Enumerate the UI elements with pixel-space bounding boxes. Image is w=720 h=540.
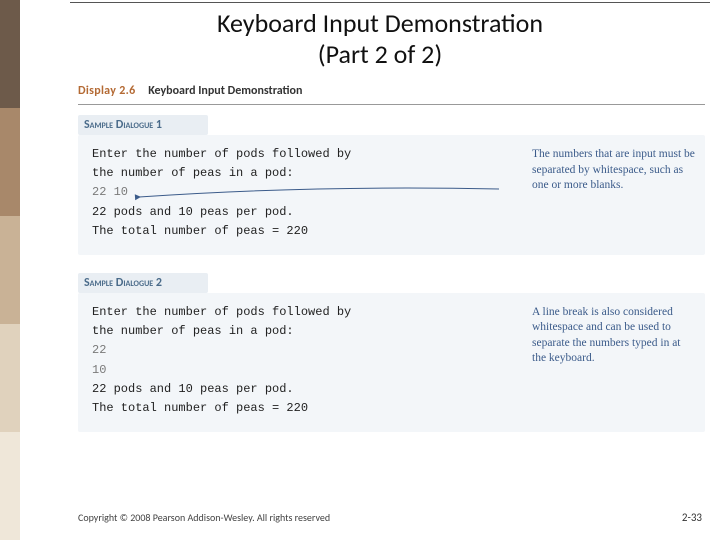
code-block: Enter the number of pods followed by the…	[92, 303, 522, 418]
annotation-text: The numbers that are input must be separ…	[522, 145, 697, 241]
code-block: Enter the number of pods followed by the…	[92, 145, 522, 241]
top-rule	[70, 2, 710, 3]
code-line: Enter the number of pods followed by	[92, 145, 522, 164]
footer-page-number: 2-33	[682, 511, 702, 524]
code-line: 22 pods and 10 peas per pod.	[92, 203, 522, 222]
display-number: Display 2.6	[78, 84, 135, 98]
code-line: the number of peas in a pod:	[92, 322, 522, 341]
footer-copyright: Copyright © 2008 Pearson Addison-Wesley.…	[78, 511, 330, 524]
sample-dialogue-1: Sample Dialogue 1 Enter the number of po…	[78, 115, 705, 255]
slide: Keyboard Input Demonstration (Part 2 of …	[0, 0, 720, 540]
title-line-1: Keyboard Input Demonstration	[217, 7, 543, 39]
content-area: Display 2.6 Keyboard Input Demonstration…	[78, 84, 705, 490]
code-line: Enter the number of pods followed by	[92, 303, 522, 322]
code-line: 22 pods and 10 peas per pod.	[92, 380, 522, 399]
display-header: Display 2.6 Keyboard Input Demonstration	[78, 84, 705, 98]
annotation-text: A line break is also considered whitespa…	[522, 303, 697, 418]
display-title: Keyboard Input Demonstration	[148, 84, 302, 98]
code-line: The total number of peas = 220	[92, 222, 522, 241]
sample-label: Sample Dialogue 2	[78, 273, 208, 293]
code-line-user-input: 10	[92, 361, 522, 380]
sample-label: Sample Dialogue 1	[78, 115, 208, 135]
left-decor-bar	[0, 0, 20, 540]
page-title: Keyboard Input Demonstration (Part 2 of …	[70, 8, 690, 70]
sample-body: Enter the number of pods followed by the…	[78, 293, 705, 432]
title-line-2: (Part 2 of 2)	[318, 38, 443, 70]
sample-dialogue-2: Sample Dialogue 2 Enter the number of po…	[78, 273, 705, 432]
sample-body: Enter the number of pods followed by the…	[78, 135, 705, 255]
code-line: the number of peas in a pod:	[92, 164, 522, 183]
code-line-user-input: 22	[92, 341, 522, 360]
header-rule	[78, 104, 705, 105]
code-line-user-input: 22 10	[92, 183, 522, 202]
code-line: The total number of peas = 220	[92, 399, 522, 418]
